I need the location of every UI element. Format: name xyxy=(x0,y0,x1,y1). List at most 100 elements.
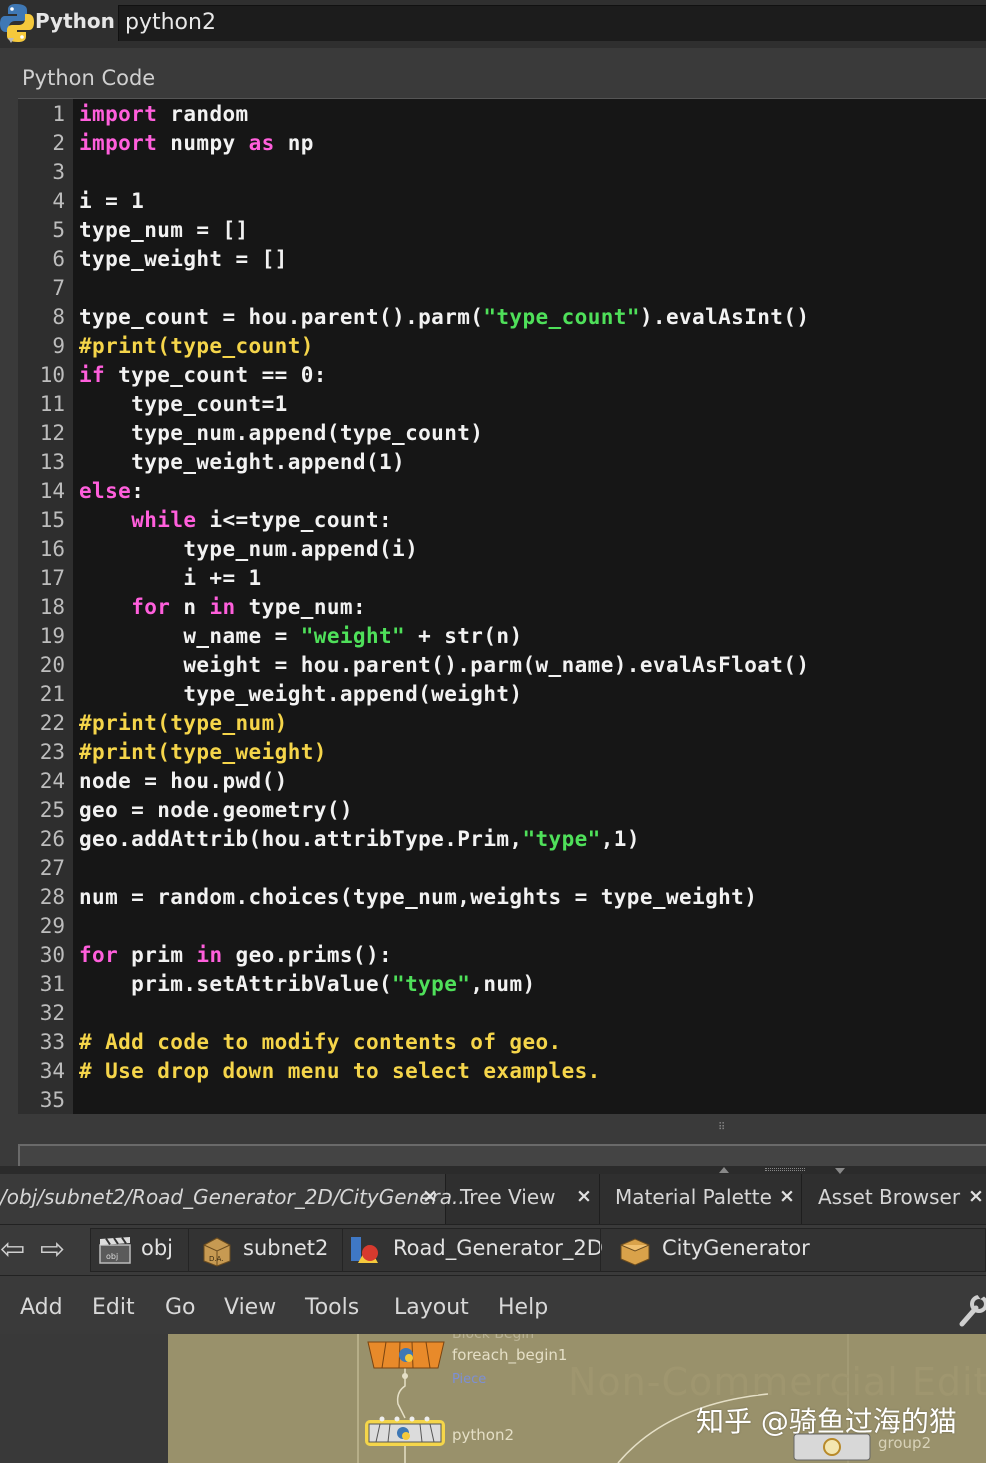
code-line[interactable]: type_count = hou.parent().parm("type_cou… xyxy=(79,303,809,332)
close-icon[interactable]: × xyxy=(422,1185,438,1207)
editor-resize-handle[interactable]: ⠿ xyxy=(718,1122,734,1134)
network-view[interactable]: Block Begin foreach_begin1 Piece python2… xyxy=(0,1334,986,1463)
code-comment: # Add code to modify contents of geo. xyxy=(79,1030,562,1054)
code-string: "type" xyxy=(392,972,471,996)
menu-add[interactable]: Add xyxy=(20,1295,63,1320)
network-menu-bar: Add Edit Go View Tools Layout Help xyxy=(0,1284,986,1334)
code-line[interactable]: type_num.append(i) xyxy=(79,535,418,564)
code-text: type_num = [] xyxy=(79,218,249,242)
code-line[interactable]: type_count=1 xyxy=(79,390,288,419)
code-text: ).evalAsInt() xyxy=(639,305,810,329)
wrench-icon[interactable] xyxy=(958,1290,986,1328)
code-text: type_num.append(i) xyxy=(79,537,419,561)
horizontal-scrollbar[interactable] xyxy=(18,1144,986,1166)
code-line[interactable]: type_weight.append(weight) xyxy=(79,680,522,709)
line-number: 16 xyxy=(39,537,65,561)
code-text: weight = hou.parent().parm(w_name).evalA… xyxy=(79,653,810,677)
code-text: i += 1 xyxy=(79,566,262,590)
breadcrumb-road-generator[interactable]: Road_Generator_2D xyxy=(346,1225,603,1275)
code-line[interactable]: # Use drop down menu to select examples. xyxy=(79,1057,601,1086)
code-line[interactable]: type_weight = [] xyxy=(79,245,288,274)
line-number: 23 xyxy=(39,740,65,764)
menu-edit[interactable]: Edit xyxy=(92,1295,135,1320)
code-editor[interactable]: 1 2 3 4 5 6 7 8 9 10 11 12 13 14 15 16 17 18 19 20 21 22 23 24 2… xyxy=(18,98,986,1114)
menu-go[interactable]: Go xyxy=(165,1295,196,1320)
node-name-field[interactable]: python2 xyxy=(118,5,986,41)
breadcrumb-obj[interactable]: obj obj xyxy=(96,1225,188,1275)
code-line[interactable]: weight = hou.parent().parm(w_name).evalA… xyxy=(79,651,809,680)
menu-tools[interactable]: Tools xyxy=(305,1295,359,1320)
line-number: 17 xyxy=(39,566,65,590)
code-line[interactable]: for prim in geo.prims(): xyxy=(79,941,392,970)
code-line[interactable]: num = random.choices(type_num,weights = … xyxy=(79,883,757,912)
expand-up-icon[interactable] xyxy=(719,1167,729,1173)
line-number: 3 xyxy=(52,160,65,184)
line-number: 2 xyxy=(52,131,65,155)
breadcrumb-separator xyxy=(342,1228,343,1272)
code-line[interactable]: import random xyxy=(79,100,249,129)
line-number: 7 xyxy=(52,276,65,300)
code-text: type_count = hou.parent().parm( xyxy=(79,305,484,329)
menu-help[interactable]: Help xyxy=(498,1295,548,1320)
code-line[interactable]: if type_count == 0: xyxy=(79,361,327,390)
code-line[interactable]: geo.addAttrib(hou.attribType.Prim,"type"… xyxy=(79,825,640,854)
code-text: type_weight = [] xyxy=(79,247,288,271)
code-line[interactable]: w_name = "weight" + str(n) xyxy=(79,622,522,651)
close-icon[interactable]: × xyxy=(779,1185,795,1207)
line-number: 25 xyxy=(39,798,65,822)
back-arrow-icon[interactable]: ⇦ xyxy=(0,1235,25,1265)
code-line[interactable]: geo = node.geometry() xyxy=(79,796,353,825)
code-keyword: import xyxy=(79,102,158,126)
code-line[interactable]: # Add code to modify contents of geo. xyxy=(79,1028,562,1057)
breadcrumb-label: subnet2 xyxy=(243,1236,329,1260)
close-icon[interactable]: × xyxy=(576,1185,592,1207)
breadcrumb-subnet2[interactable]: D.A. subnet2 xyxy=(196,1225,342,1275)
code-line[interactable]: type_num.append(type_count) xyxy=(79,419,483,448)
box-icon xyxy=(620,1238,650,1266)
menu-layout[interactable]: Layout xyxy=(394,1295,469,1320)
code-line[interactable]: for n in type_num: xyxy=(79,593,366,622)
code-comment: #print(type_num) xyxy=(79,711,288,735)
breadcrumb-city-generator[interactable]: CityGenerator xyxy=(614,1225,814,1275)
line-number: 20 xyxy=(39,653,65,677)
tab-label: Material Palette xyxy=(615,1185,772,1209)
code-line[interactable]: else: xyxy=(79,477,144,506)
code-line[interactable]: type_weight.append(1) xyxy=(79,448,405,477)
code-text: ,num) xyxy=(470,972,536,996)
tab-network-path[interactable]: /obj/subnet2/Road_Generator_2D/CityGener… xyxy=(0,1174,471,1224)
line-number: 11 xyxy=(39,392,65,416)
line-number: 22 xyxy=(39,711,65,735)
code-text: i = 1 xyxy=(79,189,145,213)
line-number: 34 xyxy=(39,1059,65,1083)
code-line[interactable]: i += 1 xyxy=(79,564,262,593)
edition-watermark: Non-Commercial Edition xyxy=(568,1360,986,1404)
python-logo-icon[interactable] xyxy=(0,2,34,44)
foreach-node-icon[interactable] xyxy=(366,1340,446,1370)
close-icon[interactable]: × xyxy=(968,1185,984,1207)
menu-view[interactable]: View xyxy=(224,1295,276,1320)
breadcrumb-label: Road_Generator_2D xyxy=(393,1236,603,1260)
code-line[interactable]: #print(type_num) xyxy=(79,709,288,738)
code-line[interactable]: while i<=type_count: xyxy=(79,506,392,535)
line-number: 33 xyxy=(39,1030,65,1054)
python-node-label: python2 xyxy=(452,1426,515,1444)
code-line[interactable]: i = 1 xyxy=(79,187,144,216)
forward-arrow-icon[interactable]: ⇨ xyxy=(40,1235,65,1265)
tab-material-palette[interactable]: Material Palette × xyxy=(600,1174,802,1224)
code-text: random xyxy=(157,102,249,126)
divider-grip[interactable] xyxy=(765,1168,805,1171)
code-line[interactable]: #print(type_weight) xyxy=(79,738,327,767)
code-line[interactable]: import numpy as np xyxy=(79,129,314,158)
tab-tree-view[interactable]: Tree View × xyxy=(446,1174,600,1224)
network-canvas[interactable]: Block Begin foreach_begin1 Piece python2… xyxy=(168,1334,986,1463)
code-keyword: for xyxy=(131,595,171,619)
line-number: 35 xyxy=(39,1088,65,1112)
code-line[interactable]: node = hou.pwd() xyxy=(79,767,288,796)
node-type-label: Python xyxy=(35,9,115,33)
code-line[interactable]: type_num = [] xyxy=(79,216,249,245)
python-node-icon[interactable] xyxy=(364,1416,446,1448)
tab-asset-browser[interactable]: Asset Browser × xyxy=(802,1174,986,1224)
code-line[interactable]: prim.setAttribValue("type",num) xyxy=(79,970,536,999)
code-keyword: while xyxy=(131,508,197,532)
code-line[interactable]: #print(type_count) xyxy=(79,332,314,361)
